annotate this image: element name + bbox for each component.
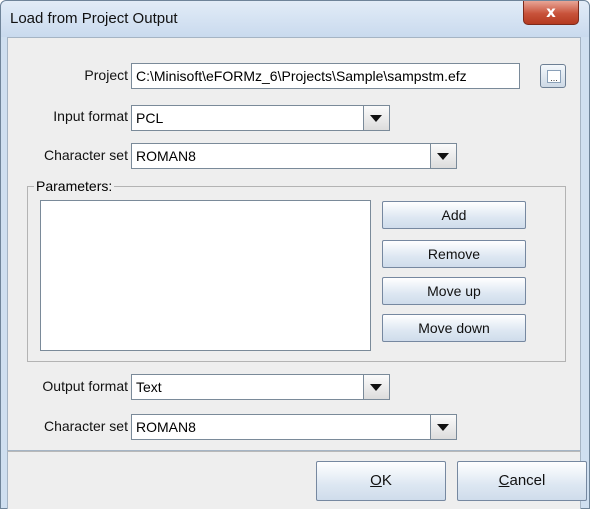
input-format-select[interactable]: PCL xyxy=(131,105,390,131)
chevron-down-icon[interactable] xyxy=(430,144,456,168)
input-format-label: Input format xyxy=(53,108,128,124)
output-format-select[interactable]: Text xyxy=(131,374,390,400)
cancel-button[interactable]: Cancel xyxy=(457,461,587,501)
window-title: Load from Project Output xyxy=(10,10,178,27)
cancel-label-rest: ancel xyxy=(509,472,546,489)
output-charset-select[interactable]: ROMAN8 xyxy=(131,414,457,440)
move-up-button[interactable]: Move up xyxy=(382,277,526,305)
project-label: Project xyxy=(84,67,128,83)
add-button[interactable]: Add xyxy=(382,201,526,229)
output-format-value: Text xyxy=(136,379,162,395)
close-icon: x xyxy=(546,3,556,21)
input-charset-label: Character set xyxy=(43,147,128,163)
input-charset-select[interactable]: ROMAN8 xyxy=(131,143,457,169)
chevron-down-icon[interactable] xyxy=(363,375,389,399)
input-charset-value: ROMAN8 xyxy=(136,148,196,164)
parameters-legend: Parameters: xyxy=(34,178,115,194)
input-format-value: PCL xyxy=(136,110,164,126)
chevron-down-icon[interactable] xyxy=(363,106,389,130)
output-format-label: Output format xyxy=(42,378,128,394)
remove-button[interactable]: Remove xyxy=(382,240,526,268)
ellipsis-icon: ... xyxy=(547,70,561,83)
chevron-down-icon[interactable] xyxy=(430,415,456,439)
close-button[interactable]: x xyxy=(523,1,579,25)
title-bar[interactable]: Load from Project Output x xyxy=(1,1,589,37)
ok-mnemonic: O xyxy=(370,472,382,489)
ok-button[interactable]: OK xyxy=(316,461,446,501)
cancel-mnemonic: C xyxy=(498,472,510,489)
ok-label-rest: K xyxy=(381,472,392,489)
output-charset-label: Character set xyxy=(43,418,128,434)
parameters-list[interactable] xyxy=(40,200,371,351)
move-down-button[interactable]: Move down xyxy=(382,314,526,342)
project-path-field[interactable]: C:\Minisoft\eFORMz_6\Projects\Sample\sam… xyxy=(131,63,520,89)
output-charset-value: ROMAN8 xyxy=(136,419,196,435)
browse-button[interactable]: ... xyxy=(540,64,566,88)
